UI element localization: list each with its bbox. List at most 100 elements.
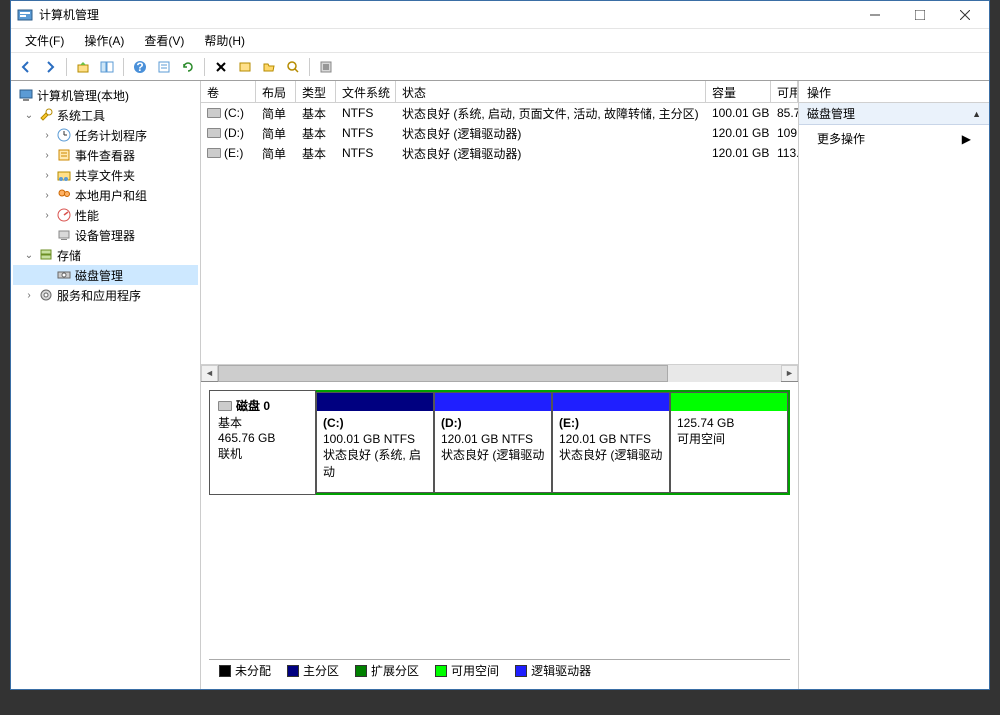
tree-services[interactable]: › 服务和应用程序	[13, 285, 198, 305]
cell-type: 基本	[296, 144, 336, 163]
swatch-icon	[435, 665, 447, 677]
table-row[interactable]: (C:)简单基本NTFS状态良好 (系统, 启动, 页面文件, 活动, 故障转储…	[201, 103, 798, 123]
col-layout[interactable]: 布局	[256, 81, 296, 102]
shared-folder-icon	[56, 167, 72, 183]
device-icon	[56, 227, 72, 243]
open-icon[interactable]	[258, 56, 280, 78]
toolbar-separator	[204, 58, 205, 76]
cell-volume: (E:)	[201, 145, 256, 161]
event-icon	[56, 147, 72, 163]
expander-icon[interactable]: ›	[41, 190, 53, 201]
horizontal-scrollbar[interactable]: ◄ ►	[201, 364, 798, 381]
expander-icon[interactable]: ⌄	[23, 110, 35, 121]
cell-fs: NTFS	[336, 145, 396, 161]
actions-section-diskmgmt[interactable]: 磁盘管理 ▲	[799, 103, 989, 125]
partition-name: (C:)	[323, 415, 427, 431]
close-button[interactable]	[942, 1, 987, 28]
tree-event-viewer[interactable]: › 事件查看器	[13, 145, 198, 165]
table-body[interactable]: (C:)简单基本NTFS状态良好 (系统, 启动, 页面文件, 活动, 故障转储…	[201, 103, 798, 364]
partition-status: 可用空间	[677, 431, 781, 447]
menu-file[interactable]: 文件(F)	[15, 29, 74, 52]
partition[interactable]: (E:)120.01 GB NTFS状态良好 (逻辑驱动	[552, 392, 670, 493]
scroll-right-icon[interactable]: ►	[781, 365, 798, 382]
tree-performance[interactable]: › 性能	[13, 205, 198, 225]
expander-icon[interactable]: ⌄	[23, 250, 35, 261]
svg-text:?: ?	[136, 60, 143, 74]
disk-status: 联机	[218, 445, 307, 462]
tree-storage[interactable]: ⌄ 存储	[13, 245, 198, 265]
col-free[interactable]: 可用	[771, 81, 798, 102]
nav-tree[interactable]: 计算机管理(本地) ⌄ 系统工具 › 任务计划程序 › 事件查看器 › 共享文件…	[11, 81, 201, 689]
partition[interactable]: (D:)120.01 GB NTFS状态良好 (逻辑驱动	[434, 392, 552, 493]
tree-label: 存储	[57, 247, 81, 264]
partitions-container: (C:)100.01 GB NTFS状态良好 (系统, 启动(D:)120.01…	[316, 390, 790, 495]
refresh-button[interactable]	[177, 56, 199, 78]
expander-icon[interactable]: ›	[41, 150, 53, 161]
list-icon[interactable]	[315, 56, 337, 78]
expander-icon[interactable]: ›	[41, 170, 53, 181]
expander-icon[interactable]: ›	[41, 130, 53, 141]
action-more[interactable]: 更多操作 ▶	[799, 125, 989, 152]
maximize-button[interactable]	[897, 1, 942, 28]
up-button[interactable]	[72, 56, 94, 78]
partition-body: (D:)120.01 GB NTFS状态良好 (逻辑驱动	[435, 411, 551, 492]
col-status[interactable]: 状态	[396, 81, 706, 102]
tree-system-tools[interactable]: ⌄ 系统工具	[13, 105, 198, 125]
delete-icon[interactable]	[210, 56, 232, 78]
col-filesystem[interactable]: 文件系统	[336, 81, 396, 102]
main-body: 计算机管理(本地) ⌄ 系统工具 › 任务计划程序 › 事件查看器 › 共享文件…	[11, 81, 989, 689]
col-capacity[interactable]: 容量	[706, 81, 771, 102]
cell-status: 状态良好 (系统, 启动, 页面文件, 活动, 故障转储, 主分区)	[396, 104, 706, 123]
scroll-left-icon[interactable]: ◄	[201, 365, 218, 382]
menu-help[interactable]: 帮助(H)	[194, 29, 255, 52]
settings-icon[interactable]	[234, 56, 256, 78]
actions-header: 操作	[799, 81, 989, 103]
collapse-icon[interactable]: ▲	[972, 109, 981, 119]
scroll-thumb[interactable]	[218, 365, 668, 382]
disk-small-icon	[218, 401, 232, 411]
tree-shared-folders[interactable]: › 共享文件夹	[13, 165, 198, 185]
forward-button[interactable]	[39, 56, 61, 78]
expander-icon[interactable]: ›	[23, 290, 35, 301]
disk-capacity: 465.76 GB	[218, 431, 307, 445]
tree-device-manager[interactable]: 设备管理器	[13, 225, 198, 245]
legend: 未分配 主分区 扩展分区 可用空间 逻辑驱动器	[209, 659, 790, 681]
tree-root[interactable]: 计算机管理(本地)	[13, 85, 198, 105]
cell-type: 基本	[296, 124, 336, 143]
toolbar-separator	[123, 58, 124, 76]
col-type[interactable]: 类型	[296, 81, 336, 102]
disk-name: 磁盘 0	[218, 397, 307, 414]
actions-pane: 操作 磁盘管理 ▲ 更多操作 ▶	[799, 81, 989, 689]
legend-label: 逻辑驱动器	[531, 662, 591, 679]
minimize-button[interactable]	[852, 1, 897, 28]
search-icon[interactable]	[282, 56, 304, 78]
tree-local-users[interactable]: › 本地用户和组	[13, 185, 198, 205]
table-row[interactable]: (E:)简单基本NTFS状态良好 (逻辑驱动器)120.01 GB113.7	[201, 143, 798, 163]
tree-task-scheduler[interactable]: › 任务计划程序	[13, 125, 198, 145]
table-row[interactable]: (D:)简单基本NTFS状态良好 (逻辑驱动器)120.01 GB109.4	[201, 123, 798, 143]
app-icon	[17, 7, 33, 23]
tree-label: 共享文件夹	[75, 167, 135, 184]
show-hide-tree-button[interactable]	[96, 56, 118, 78]
disk-graphical-pane: 磁盘 0 基本 465.76 GB 联机 (C:)100.01 GB NTFS状…	[201, 381, 798, 689]
properties-button[interactable]	[153, 56, 175, 78]
disk-info[interactable]: 磁盘 0 基本 465.76 GB 联机	[209, 390, 316, 495]
cell-capacity: 100.01 GB	[706, 105, 771, 121]
scroll-track[interactable]	[218, 365, 781, 382]
menu-view[interactable]: 查看(V)	[134, 29, 194, 52]
col-volume[interactable]: 卷	[201, 81, 256, 102]
help-button[interactable]: ?	[129, 56, 151, 78]
partition[interactable]: (C:)100.01 GB NTFS状态良好 (系统, 启动	[316, 392, 434, 493]
expander-icon[interactable]: ›	[41, 210, 53, 221]
partition[interactable]: 125.74 GB可用空间	[670, 392, 788, 493]
cell-free: 85.73	[771, 105, 798, 121]
partition-body: 125.74 GB可用空间	[671, 411, 787, 492]
center-pane: 卷 布局 类型 文件系统 状态 容量 可用 (C:)简单基本NTFS状态良好 (…	[201, 81, 799, 689]
menu-action[interactable]: 操作(A)	[74, 29, 134, 52]
tree-disk-management[interactable]: 磁盘管理	[13, 265, 198, 285]
table-headers: 卷 布局 类型 文件系统 状态 容量 可用	[201, 81, 798, 103]
back-button[interactable]	[15, 56, 37, 78]
action-label: 更多操作	[817, 130, 865, 147]
window-title: 计算机管理	[39, 6, 852, 23]
partition-size: 100.01 GB NTFS	[323, 431, 427, 447]
